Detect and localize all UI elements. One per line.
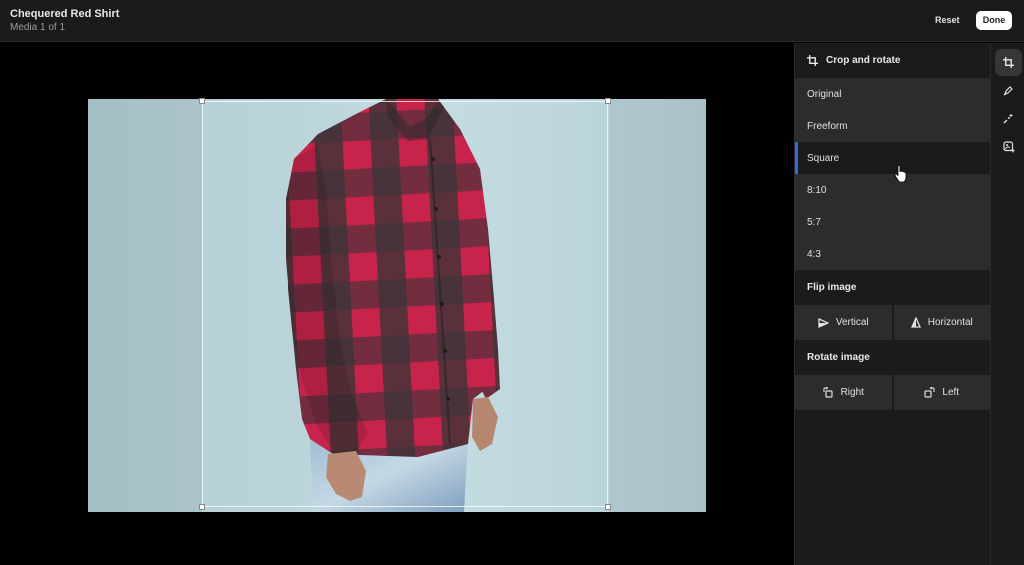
button-label: Left xyxy=(942,387,960,398)
button-label: Vertical xyxy=(835,317,869,328)
draw-tool-button[interactable] xyxy=(995,77,1022,104)
rotate-section-label: Rotate image xyxy=(807,352,870,363)
ratio-label: 8:10 xyxy=(807,184,827,196)
media-title: Chequered Red Shirt xyxy=(10,8,120,20)
flip-buttons: Vertical Horizontal xyxy=(795,305,990,340)
ratio-freeform[interactable]: Freeform xyxy=(795,110,990,142)
rotate-right-button[interactable]: Right xyxy=(795,375,892,410)
crop-handle-bottom-right[interactable] xyxy=(605,504,611,510)
panel-header: Crop and rotate xyxy=(795,43,990,78)
image-sparkle-icon xyxy=(1002,140,1015,153)
ratio-label: Original xyxy=(807,88,842,100)
panel-title: Crop and rotate xyxy=(826,55,901,66)
crop-frame[interactable] xyxy=(199,98,611,510)
rotate-buttons: Right Left xyxy=(795,375,990,410)
adjust-tool-button[interactable] xyxy=(995,105,1022,132)
ratio-square[interactable]: Square xyxy=(795,142,990,174)
ratio-label: Square xyxy=(807,152,840,164)
rotate-right-icon xyxy=(823,387,834,398)
ratio-4-3[interactable]: 4:3 xyxy=(795,238,990,270)
reset-button[interactable]: Reset xyxy=(926,11,969,30)
flip-section-label: Flip image xyxy=(807,282,857,293)
crop-outside-left xyxy=(88,99,202,512)
ratio-5-7[interactable]: 5:7 xyxy=(795,206,990,238)
button-label: Horizontal xyxy=(927,317,973,328)
crop-handle-bottom-left[interactable] xyxy=(199,504,205,510)
flip-horizontal-icon xyxy=(910,317,921,328)
ratio-original[interactable]: Original xyxy=(795,78,990,110)
crop-tool-button[interactable] xyxy=(995,49,1022,76)
flip-vertical-button[interactable]: Vertical xyxy=(795,305,892,340)
crop-icon xyxy=(1003,57,1014,68)
crop-handle-top-left[interactable] xyxy=(199,98,205,104)
top-bar: Chequered Red Shirt Media 1 of 1 Reset D… xyxy=(0,0,1024,42)
crop-outside-right xyxy=(609,99,706,512)
hand-cursor-icon xyxy=(894,165,908,183)
ratio-label: 4:3 xyxy=(807,248,821,260)
rotate-left-button[interactable]: Left xyxy=(893,375,990,410)
marker-icon xyxy=(1003,85,1014,96)
flip-horizontal-button[interactable]: Horizontal xyxy=(893,305,990,340)
button-label: Right xyxy=(840,387,864,398)
done-button[interactable]: Done xyxy=(976,11,1012,30)
wand-icon xyxy=(1003,113,1014,124)
media-counter: Media 1 of 1 xyxy=(10,22,66,33)
background-tool-button[interactable] xyxy=(995,133,1022,160)
crop-icon xyxy=(807,55,818,66)
crop-rotate-panel: Crop and rotate Original Freeform Square… xyxy=(794,43,990,565)
aspect-ratio-list: Original Freeform Square 8:10 5:7 4:3 xyxy=(795,78,990,270)
flip-vertical-icon xyxy=(818,317,829,328)
ratio-label: 5:7 xyxy=(807,216,821,228)
ratio-8-10[interactable]: 8:10 xyxy=(795,174,990,206)
crop-handle-top-right[interactable] xyxy=(605,98,611,104)
tool-rail xyxy=(990,43,1024,565)
ratio-label: Freeform xyxy=(807,120,848,132)
rotate-left-icon xyxy=(924,387,935,398)
